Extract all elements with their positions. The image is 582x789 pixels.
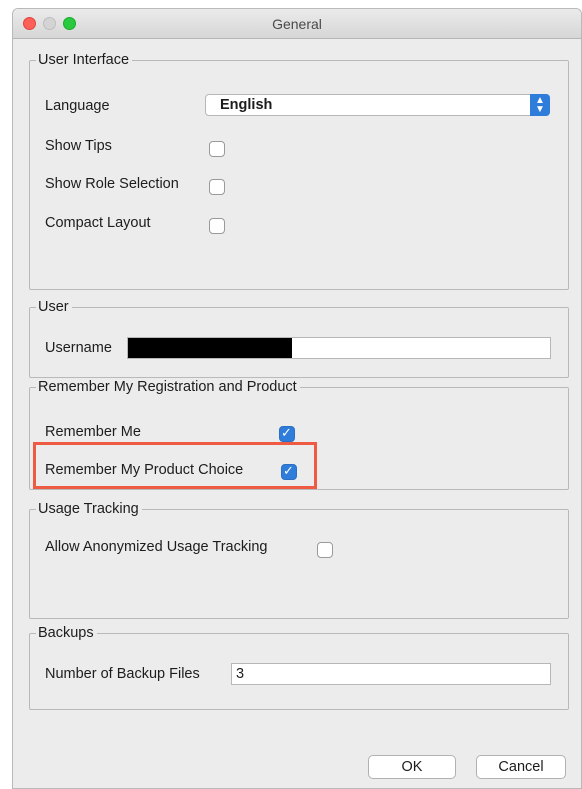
show-role-selection-checkbox[interactable]: [209, 179, 225, 195]
remember-me-label: Remember Me: [45, 424, 141, 440]
backups-legend: Backups: [36, 625, 97, 641]
language-select[interactable]: English ▲ ▼: [205, 94, 550, 116]
cancel-button[interactable]: Cancel: [476, 755, 566, 779]
allow-usage-tracking-label: Allow Anonymized Usage Tracking: [45, 539, 268, 555]
compact-layout-checkbox[interactable]: [209, 218, 225, 234]
backups-group: Backups Number of Backup Files 3: [29, 625, 569, 710]
username-field[interactable]: [127, 337, 551, 359]
highlight-box: [33, 442, 317, 489]
allow-usage-tracking-checkbox[interactable]: [317, 542, 333, 558]
title-bar: General: [13, 9, 581, 39]
user-group: User Username: [29, 299, 569, 378]
window-title: General: [272, 16, 322, 32]
preferences-window: General User Interface Language English …: [12, 8, 582, 789]
chevron-up-down-icon: ▲ ▼: [530, 94, 550, 116]
user-interface-legend: User Interface: [36, 52, 133, 68]
remember-me-checkbox[interactable]: ✓: [279, 425, 295, 442]
checkmark-icon: ✓: [281, 425, 292, 440]
number-of-backup-files-value: 3: [236, 666, 245, 682]
number-of-backup-files-field[interactable]: 3: [231, 663, 551, 685]
user-interface-group: User Interface Language English ▲ ▼ Show …: [29, 52, 569, 290]
remember-legend: Remember My Registration and Product: [36, 379, 300, 395]
ok-button[interactable]: OK: [368, 755, 456, 779]
show-tips-checkbox[interactable]: [209, 141, 225, 157]
compact-layout-label: Compact Layout: [45, 215, 151, 231]
show-role-selection-label: Show Role Selection: [45, 176, 179, 192]
usage-tracking-legend: Usage Tracking: [36, 501, 142, 517]
usage-tracking-group: Usage Tracking Allow Anonymized Usage Tr…: [29, 501, 569, 619]
language-label: Language: [45, 98, 110, 114]
language-select-value: English: [220, 97, 273, 113]
redaction-bar: [128, 338, 292, 358]
user-legend: User: [36, 299, 72, 315]
show-tips-label: Show Tips: [45, 138, 112, 154]
number-of-backup-files-label: Number of Backup Files: [45, 666, 200, 682]
username-label: Username: [45, 340, 112, 356]
